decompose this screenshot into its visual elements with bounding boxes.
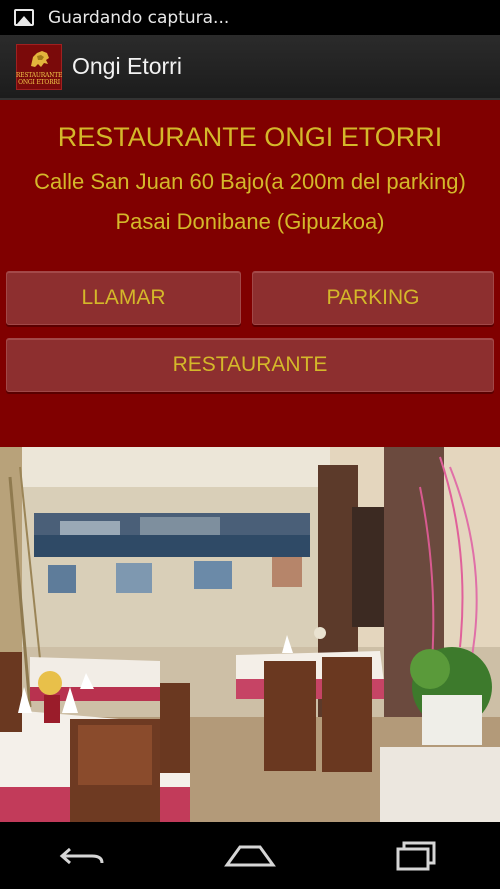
address-line-1: Calle San Juan 60 Bajo(a 200m del parkin… bbox=[34, 169, 466, 194]
app-logo[interactable]: RESTAURANTE ONGI ETORRI bbox=[15, 43, 63, 90]
restaurant-button[interactable]: RESTAURANTE bbox=[6, 338, 494, 392]
back-icon bbox=[60, 847, 104, 864]
status-notification-text: Guardando captura... bbox=[48, 7, 230, 28]
recent-apps-button[interactable] bbox=[387, 836, 447, 876]
navigation-bar bbox=[0, 822, 500, 889]
home-button[interactable] bbox=[220, 836, 280, 876]
restaurant-photo bbox=[0, 447, 500, 822]
lion-logo-icon bbox=[31, 50, 49, 67]
parking-button[interactable]: PARKING bbox=[252, 271, 494, 325]
address-line-2: Pasai Donibane (Gipuzkoa) bbox=[115, 209, 385, 234]
logo-line-2: ONGI ETORRI bbox=[18, 78, 60, 86]
back-button[interactable] bbox=[53, 836, 113, 876]
image-icon bbox=[14, 9, 34, 26]
recent-apps-icon bbox=[396, 841, 436, 870]
logo-line-1: RESTAURANTE bbox=[15, 71, 63, 79]
status-bar: Guardando captura... bbox=[0, 0, 500, 35]
home-icon bbox=[224, 845, 276, 866]
call-button[interactable]: LLAMAR bbox=[6, 271, 241, 325]
restaurant-name: RESTAURANTE ONGI ETORRI bbox=[57, 122, 443, 152]
action-bar: RESTAURANTE ONGI ETORRI Ongi Etorri bbox=[0, 35, 500, 100]
app-title: Ongi Etorri bbox=[72, 53, 182, 79]
